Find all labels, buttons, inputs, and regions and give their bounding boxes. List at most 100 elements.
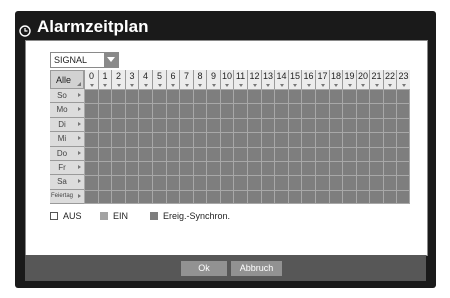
hour-header[interactable]: 8 [193,70,206,89]
hour-header[interactable]: 7 [179,70,193,89]
hour-label: 5 [156,71,162,81]
hour-label: 19 [344,71,355,81]
hour-header[interactable]: 1 [98,70,111,89]
grid-line [84,118,410,119]
grid-line [84,161,410,162]
dialog-title-text: Alarmzeitplan [37,17,149,36]
hour-header[interactable]: 2 [111,70,125,89]
hour-header[interactable]: 21 [369,70,383,89]
day-row-header[interactable]: Mi [50,132,84,147]
signal-select-value: SIGNAL [54,55,88,65]
legend-off: AUS [50,211,82,221]
grid-line [84,132,410,133]
down-arrow-icon [306,84,311,87]
down-arrow-icon [143,84,148,87]
down-arrow-icon [198,84,202,87]
down-arrow-icon [116,84,121,87]
hour-label: 11 [235,71,246,81]
hour-header[interactable]: 5 [152,70,166,89]
down-arrow-icon [89,84,94,87]
hour-label: 18 [330,71,341,81]
day-label: Mi [57,134,67,143]
grid-line [84,89,410,90]
hour-label: 17 [317,71,328,81]
hour-header[interactable]: 23 [396,70,410,89]
day-row-header[interactable]: Sa [50,175,84,190]
hour-label: 2 [115,71,121,81]
hour-header[interactable]: 6 [166,70,179,89]
right-arrow-icon [78,107,81,111]
down-arrow-icon [238,84,243,87]
hour-header[interactable]: 13 [261,70,274,89]
grid-line [84,103,410,104]
grid-line [84,190,410,191]
hour-header[interactable]: 3 [125,70,138,89]
schedule-grid: Alle 0 1 2 3 4 5 6 7 8 9 10 11 12 13 14 15 16 17 18 19 20 21 2… [50,70,410,204]
day-row-header[interactable]: Feiertag [50,190,84,204]
down-arrow-icon [334,84,338,87]
hour-label: 13 [262,71,273,81]
select-all-label: Alle [56,75,72,85]
day-row-header[interactable]: Fr [50,161,84,175]
hour-header[interactable]: 18 [329,70,342,89]
hour-header[interactable]: 15 [288,70,301,89]
select-all-cell[interactable]: Alle [50,70,84,89]
hour-header[interactable]: 16 [301,70,315,89]
hour-header[interactable]: 12 [247,70,261,89]
hour-header[interactable]: 19 [342,70,356,89]
hour-header[interactable]: 0 [84,70,98,89]
hour-header[interactable]: 4 [138,70,152,89]
hour-label: 7 [183,71,189,81]
hour-label: 10 [221,71,232,81]
day-label: So [57,91,67,100]
hour-header[interactable]: 22 [383,70,396,89]
down-arrow-icon [361,84,365,87]
down-arrow-icon [279,84,284,87]
hour-header[interactable]: 14 [274,70,288,89]
hour-header[interactable]: 20 [356,70,369,89]
legend-on: EIN [100,211,128,221]
right-arrow-icon [78,151,81,155]
dropdown-button[interactable] [104,53,118,67]
hour-header[interactable]: 10 [220,70,233,89]
dialog-title: Alarmzeitplan [19,16,148,38]
hour-header[interactable]: 17 [315,70,329,89]
right-arrow-icon [78,136,81,140]
right-arrow-icon [78,122,81,126]
right-arrow-icon [78,93,81,97]
hour-header[interactable]: 9 [206,70,220,89]
cancel-button[interactable]: Abbruch [231,261,282,276]
legend-event-swatch [150,212,158,220]
legend-event-label: Ereig.-Synchron. [163,211,231,221]
down-arrow-icon [293,84,297,87]
down-arrow-icon [103,84,107,87]
hour-label: 1 [102,71,108,81]
signal-select[interactable]: SIGNAL [50,52,119,68]
day-row-header[interactable]: So [50,89,84,103]
day-row-header[interactable]: Mo [50,103,84,118]
down-arrow-icon [347,84,352,87]
day-label: Di [58,120,66,129]
down-arrow-icon [157,84,162,87]
down-arrow-icon [320,84,325,87]
legend-off-label: AUS [63,211,82,221]
day-label: Mo [56,105,68,114]
grid-line [84,147,410,148]
down-arrow-icon [171,84,175,87]
hour-label: 16 [303,71,314,81]
hour-label: 14 [276,71,287,81]
down-arrow-icon [130,84,134,87]
hour-label: 8 [197,71,203,81]
legend-on-swatch [100,212,108,220]
schedule-cells[interactable] [84,89,410,204]
corner-triangle-icon [77,82,81,86]
grid-line [84,175,410,176]
right-arrow-icon [78,194,81,198]
day-row-header[interactable]: Di [50,118,84,132]
hour-header[interactable]: 11 [233,70,247,89]
hour-label: 23 [398,71,409,81]
day-row-header[interactable]: Do [50,147,84,161]
ok-button[interactable]: Ok [181,261,227,276]
hour-label: 21 [371,71,382,81]
legend-off-swatch [50,212,58,220]
